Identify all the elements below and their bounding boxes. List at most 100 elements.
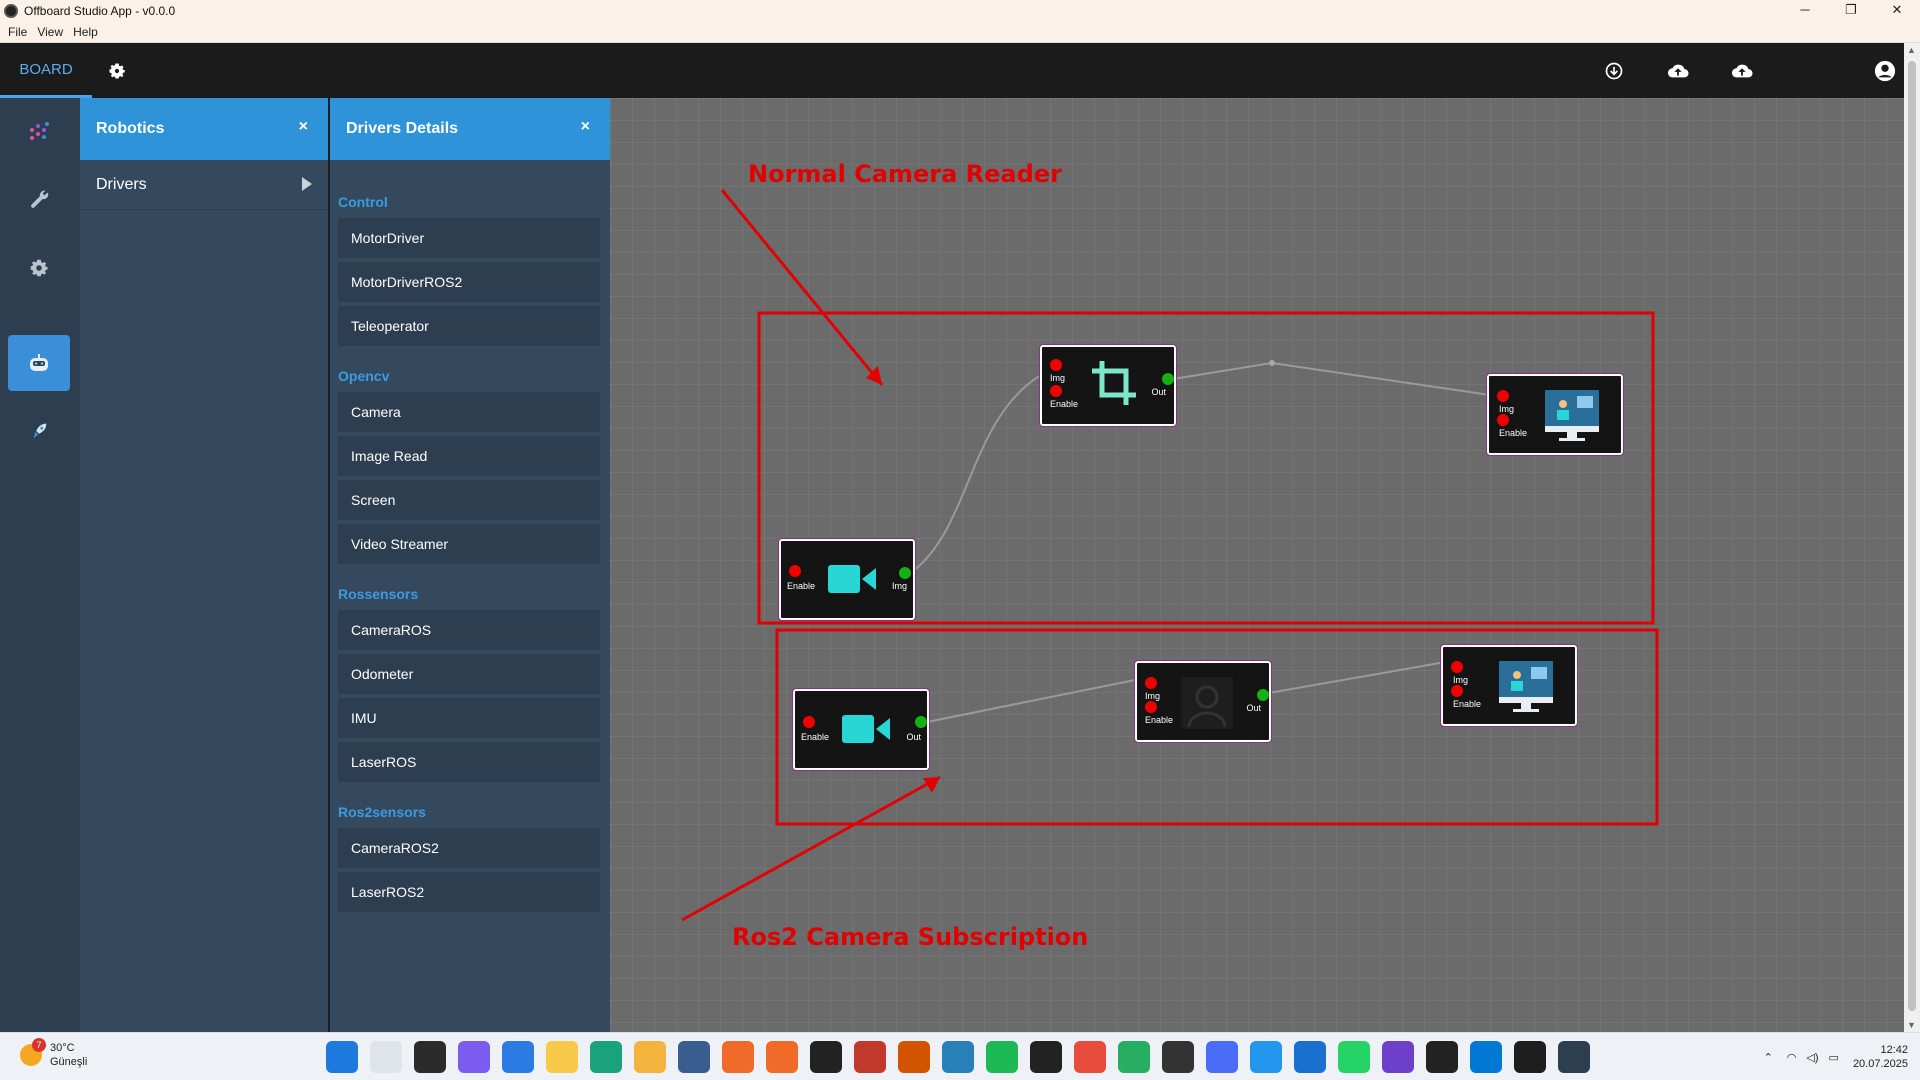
port-img[interactable] bbox=[1497, 390, 1509, 402]
weather-condition: Güneşli bbox=[50, 1056, 88, 1068]
port-enable[interactable] bbox=[803, 716, 815, 728]
close-window-button[interactable]: ✕ bbox=[1874, 0, 1920, 22]
settings-icon[interactable] bbox=[92, 61, 142, 81]
menu-help[interactable]: Help bbox=[73, 25, 98, 39]
port-img[interactable] bbox=[1050, 359, 1062, 371]
menu-view[interactable]: View bbox=[37, 25, 63, 39]
upload-cloud-icon-2[interactable] bbox=[1710, 62, 1774, 80]
tab-board[interactable]: BOARD bbox=[0, 43, 92, 98]
port-img-out[interactable] bbox=[899, 567, 911, 579]
whatsapp-icon[interactable] bbox=[1338, 1041, 1370, 1073]
maximize-button[interactable]: ❐ bbox=[1828, 0, 1874, 22]
minimize-button[interactable]: ─ bbox=[1782, 0, 1828, 22]
spotify-icon[interactable] bbox=[986, 1041, 1018, 1073]
driver-item-teleoperator[interactable]: Teleoperator bbox=[338, 306, 600, 346]
driver-item-motordriverros2[interactable]: MotorDriverROS2 bbox=[338, 262, 600, 302]
prime-video-icon[interactable] bbox=[1294, 1041, 1326, 1073]
node-screen-ros2[interactable]: Img Enable bbox=[1440, 644, 1578, 727]
port-enable[interactable] bbox=[1451, 685, 1463, 697]
search-icon[interactable] bbox=[370, 1041, 402, 1073]
app-icon-2[interactable] bbox=[722, 1041, 754, 1073]
node-camera[interactable]: Enable Img bbox=[778, 538, 916, 621]
chrome-icon[interactable] bbox=[1074, 1041, 1106, 1073]
app-icon bbox=[4, 4, 18, 18]
driver-item-odometer[interactable]: Odometer bbox=[338, 654, 600, 694]
weather-widget[interactable]: 7 30°C Güneşli bbox=[20, 1038, 88, 1069]
port-img[interactable] bbox=[1451, 661, 1463, 673]
offboard-studio-icon[interactable] bbox=[1558, 1041, 1590, 1073]
scroll-up-icon[interactable]: ▲ bbox=[1907, 45, 1916, 55]
robotics-panel-close-button[interactable]: × bbox=[299, 118, 308, 136]
task-view-icon[interactable] bbox=[414, 1041, 446, 1073]
driver-item-image-read[interactable]: Image Read bbox=[338, 436, 600, 476]
app-icon-4[interactable] bbox=[1118, 1041, 1150, 1073]
docker-icon[interactable] bbox=[1250, 1041, 1282, 1073]
m365-icon[interactable] bbox=[942, 1041, 974, 1073]
obs-icon[interactable] bbox=[1162, 1041, 1194, 1073]
copilot-icon[interactable] bbox=[458, 1041, 490, 1073]
start-icon[interactable] bbox=[326, 1041, 358, 1073]
terminal-icon-2[interactable] bbox=[1426, 1041, 1458, 1073]
driver-item-cameraros[interactable]: CameraROS bbox=[338, 610, 600, 650]
clock[interactable]: 12:42 20.07.2025 bbox=[1853, 1043, 1908, 1071]
wrench-icon[interactable] bbox=[8, 171, 70, 227]
wifi-icon[interactable]: ◠ bbox=[1787, 1051, 1797, 1064]
gear-icon[interactable] bbox=[8, 240, 70, 296]
robot-icon[interactable] bbox=[8, 335, 70, 391]
terminal-icon[interactable] bbox=[1030, 1041, 1062, 1073]
vscode-icon[interactable] bbox=[1470, 1041, 1502, 1073]
chevron-up-icon[interactable]: ⌃ bbox=[1764, 1051, 1773, 1064]
node-person-detect[interactable]: Img Enable Out bbox=[1134, 660, 1272, 743]
account-icon[interactable] bbox=[1774, 60, 1904, 82]
port-enable[interactable] bbox=[1497, 414, 1509, 426]
battery-icon[interactable]: ▭ bbox=[1829, 1051, 1839, 1064]
davinci-icon[interactable] bbox=[810, 1041, 842, 1073]
scrollbar-thumb[interactable] bbox=[1908, 61, 1916, 1011]
node-crop[interactable]: Img Enable Out bbox=[1039, 344, 1177, 427]
virtualbox-icon[interactable] bbox=[678, 1041, 710, 1073]
driver-item-laserros[interactable]: LaserROS bbox=[338, 742, 600, 782]
edge-icon[interactable] bbox=[590, 1041, 622, 1073]
port-out[interactable] bbox=[915, 716, 927, 728]
flow-canvas[interactable]: Normal Camera Reader Ros2 Camera Subscri… bbox=[610, 98, 1904, 1032]
driver-item-cameraros2[interactable]: CameraROS2 bbox=[338, 828, 600, 868]
port-label-enable: Enable bbox=[1145, 715, 1174, 725]
app-icon-1[interactable] bbox=[634, 1041, 666, 1073]
app-icon-5[interactable] bbox=[1206, 1041, 1238, 1073]
scroll-down-icon[interactable]: ▼ bbox=[1907, 1020, 1916, 1030]
matlab-icon[interactable] bbox=[898, 1041, 930, 1073]
node-screen[interactable]: Img Enable bbox=[1486, 373, 1624, 456]
driver-item-video-streamer[interactable]: Video Streamer bbox=[338, 524, 600, 564]
wire-handle[interactable] bbox=[1269, 360, 1275, 366]
download-icon[interactable] bbox=[1582, 61, 1646, 81]
driver-item-imu[interactable]: IMU bbox=[338, 698, 600, 738]
store-icon[interactable] bbox=[502, 1041, 534, 1073]
port-img[interactable] bbox=[1145, 677, 1157, 689]
driver-item-screen[interactable]: Screen bbox=[338, 480, 600, 520]
figma-icon[interactable] bbox=[1514, 1041, 1546, 1073]
node-camera-ros2[interactable]: Enable Out bbox=[792, 688, 930, 771]
port-enable[interactable] bbox=[1145, 701, 1157, 713]
github-desktop-icon[interactable] bbox=[1382, 1041, 1414, 1073]
volume-icon[interactable]: ◁) bbox=[1806, 1051, 1818, 1064]
vertical-scrollbar[interactable]: ▲ ▼ bbox=[1904, 43, 1920, 1032]
app-icon-3[interactable] bbox=[766, 1041, 798, 1073]
file-explorer-icon[interactable] bbox=[546, 1041, 578, 1073]
port-enable[interactable] bbox=[1050, 385, 1062, 397]
menu-file[interactable]: File bbox=[8, 25, 27, 39]
window-title: Offboard Studio App - v0.0.0 bbox=[24, 4, 176, 18]
annotation-ros2-camera-subscription: Ros2 Camera Subscription bbox=[732, 923, 1089, 951]
nodes-icon[interactable] bbox=[8, 103, 70, 159]
port-enable[interactable] bbox=[789, 565, 801, 577]
connection-wire bbox=[1166, 361, 1491, 396]
driver-item-camera[interactable]: Camera bbox=[338, 392, 600, 432]
upload-cloud-icon[interactable] bbox=[1646, 62, 1710, 80]
rocket-icon[interactable] bbox=[8, 403, 70, 459]
driver-item-motordriver[interactable]: MotorDriver bbox=[338, 218, 600, 258]
driver-item-laserros2[interactable]: LaserROS2 bbox=[338, 872, 600, 912]
drivers-panel-close-button[interactable]: × bbox=[581, 118, 590, 136]
bug-icon[interactable] bbox=[854, 1041, 886, 1073]
sidebar-item-drivers[interactable]: Drivers bbox=[80, 160, 328, 210]
port-out[interactable] bbox=[1257, 689, 1269, 701]
port-out[interactable] bbox=[1162, 373, 1174, 385]
